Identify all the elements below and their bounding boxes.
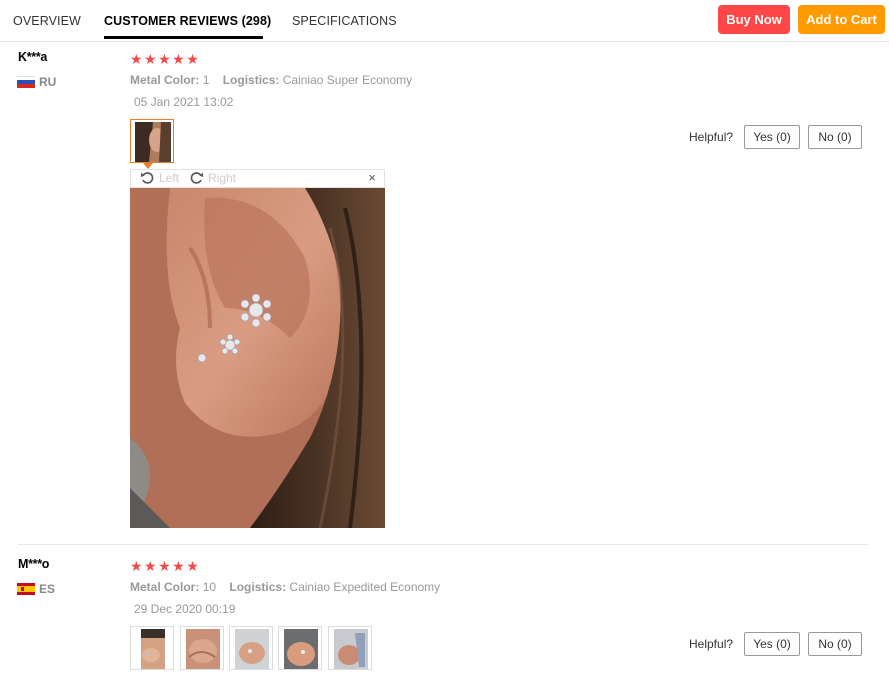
reviewer-country: ES	[39, 582, 56, 596]
ear-earrings-photo	[130, 188, 385, 528]
review-photo-thumbnail[interactable]	[278, 626, 322, 670]
helpful-yes-button[interactable]: Yes (0)	[744, 125, 800, 149]
star-rating: ★★★★★	[130, 51, 201, 67]
logistics-value: Cainiao Expedited Economy	[289, 580, 441, 594]
ear-photo-thumb-image	[131, 120, 173, 162]
tab-specifications[interactable]: SPECIFICATIONS	[292, 14, 397, 28]
review-photo-thumbnail[interactable]	[130, 626, 174, 670]
buy-now-button[interactable]: Buy Now	[718, 5, 790, 34]
hand-photo-thumb-image	[186, 629, 220, 669]
star-rating: ★★★★★	[130, 558, 201, 574]
metal-color-value: 1	[202, 73, 210, 87]
close-icon[interactable]: ×	[368, 170, 376, 185]
rotate-left-icon	[141, 172, 154, 184]
logistics-label: Logistics:	[229, 580, 287, 594]
metal-color-label: Metal Color:	[130, 73, 200, 87]
review-date: 29 Dec 2020 00:19	[134, 602, 236, 616]
review-photo-thumbnail[interactable]	[130, 119, 174, 163]
reviewer-name: M***o	[18, 557, 50, 571]
reviewer-country: RU	[39, 75, 57, 89]
russia-flag-icon	[17, 76, 35, 88]
logistics-label: Logistics:	[222, 73, 280, 87]
review-date: 05 Jan 2021 13:02	[134, 95, 234, 109]
rotate-right-button[interactable]: Right	[189, 171, 236, 185]
helpful-label: Helpful?	[689, 637, 734, 651]
add-to-cart-button[interactable]: Add to Cart	[798, 5, 885, 34]
hand-photo-thumb-image	[284, 629, 318, 669]
metal-color-value: 10	[202, 580, 217, 594]
tab-customer-reviews[interactable]: CUSTOMER REVIEWS (298)	[104, 14, 271, 28]
hand-photo-thumb-image	[334, 629, 368, 669]
photo-viewer-toolbar: Left Right ×	[130, 169, 385, 188]
hand-photo-thumb-image	[141, 629, 165, 669]
rotate-left-label: Left	[159, 171, 180, 185]
review-divider	[18, 544, 868, 545]
review-attributes: Metal Color: 10 Logistics: Cainiao Exped…	[130, 580, 440, 594]
review-photo-thumbnail[interactable]	[328, 626, 372, 670]
hand-photo-thumb-image	[235, 629, 269, 669]
review-photo-thumbnail[interactable]	[180, 626, 224, 670]
tab-overview[interactable]: OVERVIEW	[13, 14, 81, 28]
review-photo-thumbnail[interactable]	[229, 626, 273, 670]
review-attributes: Metal Color: 1 Logistics: Cainiao Super …	[130, 73, 412, 87]
reviewer-name: K***a	[18, 50, 48, 64]
review-photo-enlarged[interactable]	[130, 188, 385, 528]
rotate-right-icon	[190, 172, 203, 184]
rotate-right-label: Right	[208, 171, 237, 185]
helpful-label: Helpful?	[689, 130, 734, 144]
spain-flag-icon	[17, 583, 35, 595]
helpful-no-button[interactable]: No (0)	[808, 125, 862, 149]
product-tab-bar: OVERVIEW CUSTOMER REVIEWS (298) SPECIFIC…	[0, 0, 889, 42]
helpful-no-button[interactable]: No (0)	[808, 632, 862, 656]
metal-color-label: Metal Color:	[130, 580, 200, 594]
rotate-left-button[interactable]: Left	[140, 171, 179, 185]
helpful-yes-button[interactable]: Yes (0)	[744, 632, 800, 656]
logistics-value: Cainiao Super Economy	[282, 73, 413, 87]
active-tab-underline	[104, 36, 263, 39]
